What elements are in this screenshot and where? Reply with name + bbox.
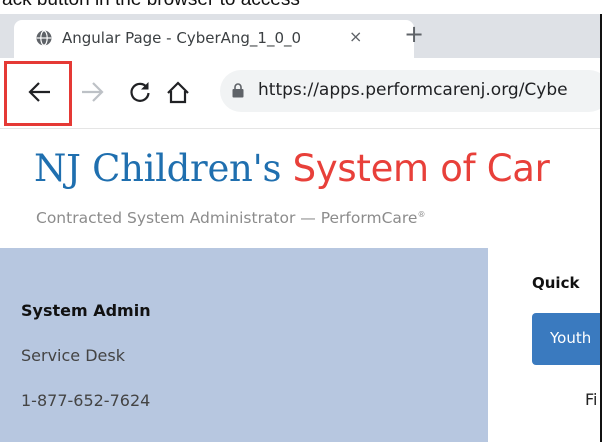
- close-icon[interactable]: ×: [349, 27, 362, 46]
- screenshot: ack button in the browser to access Angu…: [0, 0, 602, 442]
- browser-tab-strip: Angular Page - CyberAng_1_0_0 × +: [0, 14, 602, 58]
- site-subtitle-text: Contracted System Administrator — Perfor…: [36, 209, 418, 227]
- instruction-text: ack button in the browser to access: [2, 0, 300, 11]
- forward-arrow-icon: [82, 82, 104, 102]
- tab-title: Angular Page - CyberAng_1_0_0: [62, 29, 302, 47]
- browser-toolbar: https://apps.performcarenj.org/Cybe: [0, 58, 602, 128]
- reload-button[interactable]: [120, 72, 160, 112]
- youth-button-label: Youth: [550, 329, 592, 347]
- main-partial-text: Fi: [585, 390, 598, 409]
- browser-tab[interactable]: Angular Page - CyberAng_1_0_0 ×: [14, 20, 414, 58]
- reload-icon: [130, 82, 150, 102]
- site-subtitle: Contracted System Administrator — Perfor…: [36, 209, 425, 227]
- plus-icon[interactable]: +: [404, 20, 424, 48]
- address-bar[interactable]: https://apps.performcarenj.org/Cybe: [220, 70, 602, 112]
- sidebar-heading: System Admin: [21, 301, 151, 320]
- globe-icon: [36, 30, 52, 46]
- registered-mark: ®: [417, 209, 426, 219]
- home-button[interactable]: [158, 72, 198, 112]
- quick-links-heading: Quick: [532, 274, 580, 292]
- site-title-nj: NJ Children's: [34, 147, 282, 190]
- forward-button[interactable]: [72, 72, 112, 112]
- sidebar-service-desk: Service Desk: [21, 346, 125, 365]
- instruction-text-fragment: ack button in the browser to access: [0, 0, 602, 14]
- site-title: NJ Children's System of Car: [34, 147, 550, 190]
- site-header: NJ Children's System of Car Contracted S…: [0, 128, 602, 249]
- lock-icon: [232, 83, 244, 98]
- home-icon: [167, 81, 189, 104]
- sidebar: System Admin Service Desk 1-877-652-7624: [0, 248, 488, 442]
- sidebar-phone: 1-877-652-7624: [21, 391, 151, 410]
- back-button-highlight: [4, 61, 72, 126]
- site-title-system: System of Car: [281, 147, 550, 190]
- main-panel: Quick Youth Fi: [488, 248, 602, 442]
- youth-button[interactable]: Youth: [532, 313, 602, 365]
- url-text: https://apps.performcarenj.org/Cybe: [258, 80, 568, 100]
